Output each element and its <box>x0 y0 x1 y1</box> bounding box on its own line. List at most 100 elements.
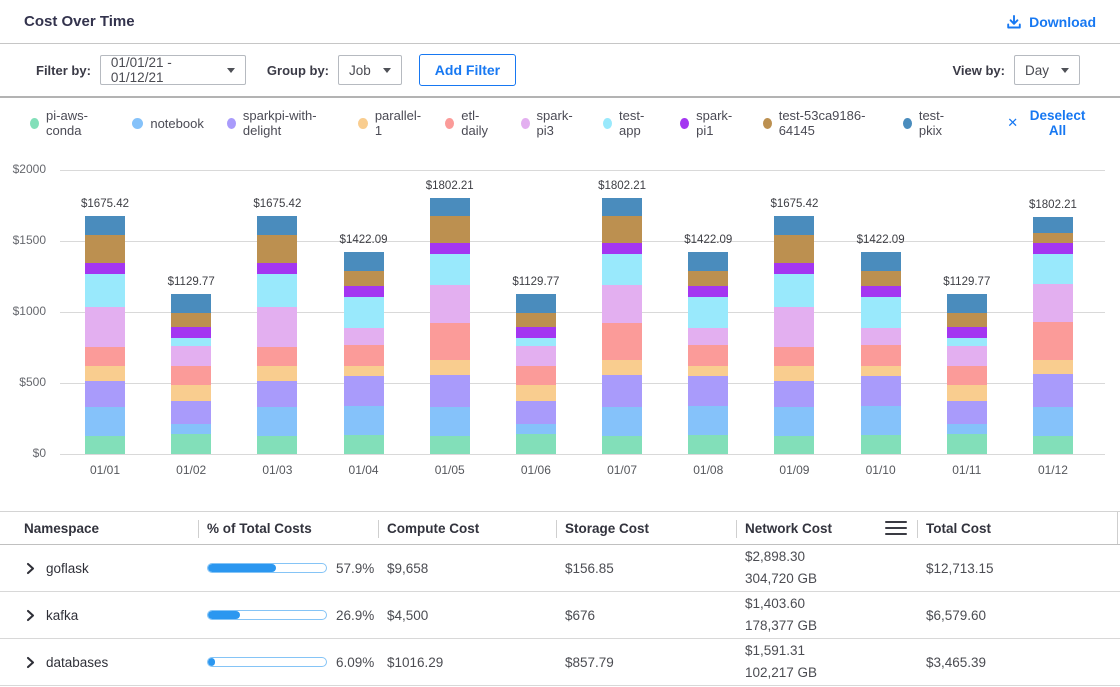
legend-item-test-pkix[interactable]: test-pkix <box>903 108 958 138</box>
gridline <box>60 454 1105 455</box>
segment-notebook <box>85 407 125 436</box>
legend-item-parallel-1[interactable]: parallel-1 <box>358 108 422 138</box>
column-header-compute[interactable]: Compute Cost <box>378 512 556 544</box>
segment-sparkpi-with-delight <box>257 381 297 407</box>
legend-dot <box>763 118 772 129</box>
legend-item-test-53ca9186-64145[interactable]: test-53ca9186-64145 <box>763 108 880 138</box>
segment-parallel-1 <box>602 360 642 375</box>
deselect-all-button[interactable]: ✕ Deselect All <box>1007 108 1090 138</box>
segment-etl-daily <box>85 347 125 366</box>
stacked-bar-01/06[interactable] <box>516 294 556 454</box>
stacked-bar-01/05[interactable] <box>430 198 470 454</box>
segment-parallel-1 <box>257 366 297 381</box>
add-filter-button[interactable]: Add Filter <box>419 54 516 86</box>
segment-test-pkix <box>774 216 814 235</box>
segment-spark-pi3 <box>257 307 297 347</box>
segment-pi-aws-conda <box>257 436 297 454</box>
segment-test-app <box>774 274 814 307</box>
stacked-bar-01/07[interactable] <box>602 198 642 454</box>
segment-test-53ca9186-64145 <box>774 235 814 263</box>
group-by-select[interactable]: Job <box>338 55 402 85</box>
legend-item-pi-aws-conda[interactable]: pi-aws-conda <box>30 108 109 138</box>
storage-cost-value: $857.79 <box>556 655 736 670</box>
legend-item-spark-pi1[interactable]: spark-pi1 <box>680 108 739 138</box>
stacked-bar-01/09[interactable] <box>774 216 814 454</box>
filter-toolbar: Filter by: 01/01/21 - 01/12/21 Group by:… <box>0 44 1120 98</box>
legend-item-label: spark-pi3 <box>537 108 581 138</box>
gridline <box>60 170 1105 171</box>
stacked-bar-01/10[interactable] <box>861 252 901 454</box>
segment-test-53ca9186-64145 <box>257 235 297 263</box>
view-by-select[interactable]: Day <box>1014 55 1080 85</box>
namespace-label: databases <box>46 655 108 670</box>
column-header-total[interactable]: Total Cost <box>917 512 1118 544</box>
date-range-select[interactable]: 01/01/21 - 01/12/21 <box>100 55 246 85</box>
percent-value: 6.09% <box>336 655 374 670</box>
x-axis-label: 01/05 <box>410 463 490 477</box>
legend-dot <box>603 118 612 129</box>
stacked-bar-01/04[interactable] <box>344 252 384 454</box>
legend-dot <box>445 118 454 129</box>
network-cost-value: $1,591.31 102,217 GB <box>736 640 917 684</box>
column-settings-icon[interactable] <box>885 521 907 535</box>
filter-by-label: Filter by: <box>36 63 91 78</box>
download-icon <box>1006 14 1022 30</box>
segment-notebook <box>602 407 642 435</box>
legend-item-etl-daily[interactable]: etl-daily <box>445 108 497 138</box>
expand-row-icon[interactable] <box>26 609 35 622</box>
segment-etl-daily <box>861 345 901 366</box>
segment-notebook <box>257 407 297 436</box>
segment-sparkpi-with-delight <box>516 401 556 425</box>
stacked-bar-01/01[interactable] <box>85 216 125 454</box>
column-header-namespace[interactable]: Namespace <box>0 512 198 544</box>
bar-total-label: $1675.42 <box>232 198 322 210</box>
column-header-network[interactable]: Network Cost <box>736 512 917 544</box>
stacked-bar-01/11[interactable] <box>947 294 987 454</box>
column-header-storage[interactable]: Storage Cost <box>556 512 736 544</box>
percent-value: 26.9% <box>336 608 374 623</box>
expand-row-icon[interactable] <box>26 562 35 575</box>
bar-total-label: $1802.21 <box>1008 199 1098 211</box>
legend-item-notebook[interactable]: notebook <box>132 116 204 131</box>
group-by-label: Group by: <box>267 63 329 78</box>
segment-spark-pi1 <box>602 243 642 254</box>
bar-total-label: $1129.77 <box>922 276 1012 288</box>
legend-item-spark-pi3[interactable]: spark-pi3 <box>521 108 580 138</box>
segment-spark-pi3 <box>1033 284 1073 322</box>
stacked-bar-01/03[interactable] <box>257 216 297 454</box>
total-cost-value: $6,579.60 <box>917 608 1120 623</box>
segment-sparkpi-with-delight <box>171 401 211 425</box>
view-by-value: Day <box>1025 63 1049 78</box>
panel-header: Cost Over Time Download <box>0 0 1120 44</box>
segment-test-pkix <box>430 198 470 216</box>
network-cost-value: $1,403.60 178,377 GB <box>736 593 917 637</box>
segment-etl-daily <box>774 347 814 366</box>
legend-item-sparkpi-with-delight[interactable]: sparkpi-with-delight <box>227 108 335 138</box>
close-icon: ✕ <box>1007 115 1018 131</box>
download-button[interactable]: Download <box>1006 14 1096 30</box>
segment-spark-pi3 <box>516 346 556 366</box>
gridline <box>60 241 1105 242</box>
segment-notebook <box>344 406 384 435</box>
segment-sparkpi-with-delight <box>1033 374 1073 407</box>
stacked-bar-01/08[interactable] <box>688 252 728 454</box>
stacked-bar-01/02[interactable] <box>171 294 211 454</box>
segment-pi-aws-conda <box>688 435 728 454</box>
percent-value: 57.9% <box>336 561 374 576</box>
legend-item-label: test-pkix <box>919 108 958 138</box>
segment-pi-aws-conda <box>1033 436 1073 454</box>
segment-spark-pi1 <box>85 263 125 274</box>
expand-row-icon[interactable] <box>26 656 35 669</box>
column-header-percent[interactable]: % of Total Costs <box>198 512 378 544</box>
segment-etl-daily <box>602 323 642 360</box>
view-by-label: View by: <box>952 63 1005 78</box>
x-axis-label: 01/01 <box>65 463 145 477</box>
namespace-cost-table: Namespace % of Total Costs Compute Cost … <box>0 511 1120 686</box>
chart-legend: pi-aws-conda notebook sparkpi-with-delight… <box>0 98 1120 148</box>
legend-item-test-app[interactable]: test-app <box>603 108 657 138</box>
segment-test-app <box>430 254 470 285</box>
segment-test-53ca9186-64145 <box>430 216 470 244</box>
chevron-down-icon <box>383 68 391 73</box>
segment-test-pkix <box>688 252 728 271</box>
stacked-bar-01/12[interactable] <box>1033 217 1073 454</box>
